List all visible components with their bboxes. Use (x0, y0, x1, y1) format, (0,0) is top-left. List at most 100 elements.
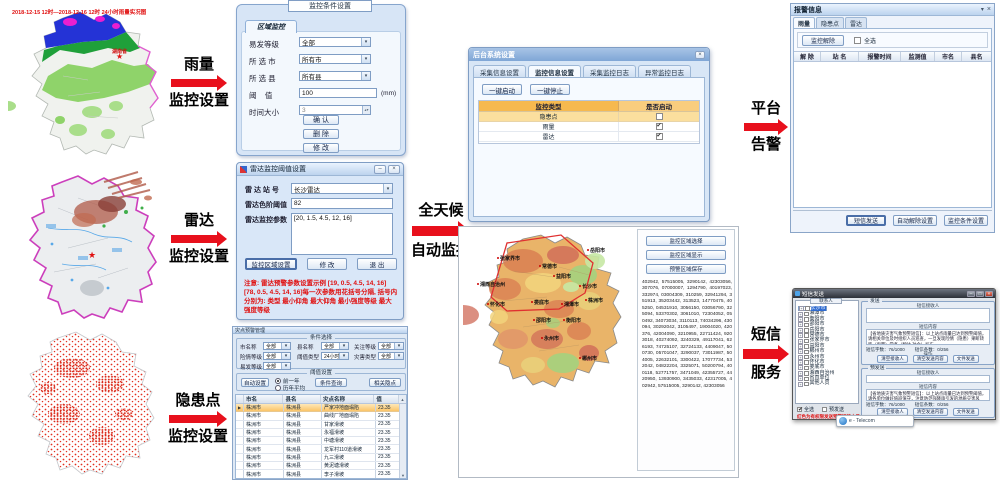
disaster-type-select[interactable]: 全部▾ (378, 352, 404, 360)
risk-level-select[interactable]: 全部▾ (299, 37, 371, 47)
table-row[interactable]: 株洲市 株洲县 永福滑坡 23.35 (236, 429, 406, 437)
clear-recipients-button[interactable]: 清空接收人 (877, 355, 908, 363)
release-monitor-button[interactable]: 监控解除 (802, 35, 844, 46)
tab-abnormal-log[interactable]: 异常监控日志 (638, 65, 691, 77)
exit-button[interactable]: 退 出 (357, 258, 397, 270)
checkbox-icon[interactable] (804, 333, 809, 338)
modify-button[interactable]: 修 改 (307, 258, 347, 270)
alert-region-save-button[interactable]: 预警区域保存 (646, 264, 726, 274)
scroll-up-icon[interactable]: ▲ (399, 395, 406, 403)
checkbox-icon[interactable] (804, 312, 809, 317)
expand-icon[interactable]: + (798, 355, 803, 360)
tab-radar[interactable]: 雷达 (845, 17, 867, 28)
color-threshold-input[interactable]: 82 (291, 198, 393, 209)
maximize-icon[interactable]: □ (976, 291, 984, 297)
tab-collect-log[interactable]: 采集监控日志 (583, 65, 636, 77)
file-send-button[interactable]: 文件发送 (953, 355, 979, 363)
checkbox-icon[interactable] (804, 317, 809, 322)
checkbox-icon[interactable] (804, 371, 809, 376)
monitor-condition-settings-button[interactable]: 监控条件设置 (944, 215, 988, 226)
threshold-type-select[interactable]: 24小时雨量▾ (321, 352, 349, 360)
expand-icon[interactable]: + (798, 349, 803, 354)
checkbox-icon[interactable] (804, 328, 809, 333)
expand-icon[interactable]: + (799, 306, 804, 311)
danger-level-select[interactable]: 全部▾ (263, 352, 291, 360)
select-all-checkbox[interactable]: 全选 (797, 406, 814, 413)
taskbar-badge[interactable]: e - Telecom (836, 415, 914, 427)
prone-level-select[interactable]: 全部▾ (263, 362, 291, 370)
expand-icon[interactable]: + (798, 322, 803, 327)
checkbox-icon[interactable] (804, 366, 809, 371)
start-checkbox[interactable] (656, 123, 663, 130)
table-row[interactable]: 株洲市 株洲县 九三滑坡 23.35 (236, 454, 406, 462)
time-size-spinner[interactable]: 3▴▾ (299, 105, 371, 115)
sms-recipients-box[interactable] (866, 375, 990, 383)
minimize-icon[interactable]: – (374, 165, 386, 174)
stop-all-button[interactable]: 一键停止 (530, 84, 570, 95)
expand-icon[interactable]: + (798, 339, 803, 344)
start-all-button[interactable]: 一键启动 (482, 84, 522, 95)
tab-monitor-info[interactable]: 监控信息设置 (528, 65, 581, 77)
expand-icon[interactable]: + (798, 328, 803, 333)
table-row[interactable]: 株洲市 株洲县 龙军村110道滑坡 23.35 (236, 445, 406, 453)
table-row[interactable]: 株洲市 株洲县 李子滑坡 23.35 (236, 470, 406, 478)
spinner-up-down-icon[interactable]: ▴▾ (362, 106, 370, 114)
checkbox-icon[interactable] (804, 350, 809, 355)
modify-button[interactable]: 修 改 (303, 143, 339, 153)
confirm-button[interactable]: 确 认 (303, 115, 339, 125)
tab-region-monitor[interactable]: 区域监控 (245, 20, 297, 33)
auto-set-button[interactable]: 自动设置 (241, 378, 269, 387)
tree-item[interactable]: +长沙市 (798, 306, 827, 311)
table-row[interactable]: 雨量 (479, 122, 699, 132)
tab-hazard-point[interactable]: 隐患点 (816, 17, 844, 28)
monitor-params-textarea[interactable]: [20, 1.5, 4.5, 12, 16] (291, 213, 393, 255)
radio-yearly-avg[interactable]: 历年平均 (275, 384, 305, 392)
city-name-select[interactable]: 全部▾ (263, 342, 291, 350)
table-row[interactable]: 株洲市 株洲县 黄泥塘滑坡 23.35 (236, 462, 406, 470)
expand-icon[interactable]: + (798, 382, 803, 387)
tree-item[interactable]: +其他人员 (798, 381, 856, 386)
table-row[interactable]: 隐患点 (479, 112, 699, 122)
close-icon[interactable]: × (388, 165, 400, 174)
tab-rain[interactable]: 雨量 (793, 17, 815, 28)
checkbox-icon[interactable] (805, 306, 810, 311)
sms-send-button[interactable]: 短信发送 (846, 215, 886, 226)
checkbox-icon[interactable] (804, 355, 809, 360)
checkbox-icon[interactable] (804, 339, 809, 344)
city-select[interactable]: 所有市▾ (299, 54, 371, 64)
minimize-icon[interactable]: – (967, 291, 975, 297)
county-name-select[interactable]: 全部▾ (321, 342, 349, 350)
table-row[interactable]: 雷达 (479, 132, 699, 142)
monitor-region-show-button[interactable]: 监控区域显示 (646, 250, 726, 260)
scrollbar[interactable]: ▼ (399, 404, 406, 478)
condition-query-button[interactable]: 条件查询 (315, 378, 347, 387)
checkbox-icon[interactable] (804, 360, 809, 365)
expand-icon[interactable]: + (798, 360, 803, 365)
monitor-region-select-button[interactable]: 监控区域选择 (646, 236, 726, 246)
close-icon[interactable]: × (985, 291, 993, 297)
checkbox-icon[interactable] (804, 377, 809, 382)
sms-content-box[interactable]: 【省地质灾害气象预警短信】：以上站点雨量已达到预警阈值，请各单位做好值班值守，注… (866, 389, 990, 401)
start-checkbox[interactable] (656, 113, 663, 120)
close-icon[interactable]: × (695, 51, 705, 59)
start-checkbox[interactable] (656, 133, 663, 140)
clear-content-button[interactable]: 清空发送内容 (913, 408, 948, 416)
delete-button[interactable]: 删 除 (303, 129, 339, 139)
monitor-region-button[interactable]: 监控区域设置 (245, 258, 297, 270)
expand-icon[interactable]: + (798, 365, 803, 370)
sms-content-box[interactable]: 【省地质灾害气象预警短信】：以上站点雨量已达到预警阈值，请相关单位及时组织人员巡… (866, 329, 990, 345)
checkbox-icon[interactable] (804, 382, 809, 387)
table-row[interactable]: 株洲市 株洲县 甘家滑坡 23.35 (236, 421, 406, 429)
attention-level-select[interactable]: 全部▾ (378, 342, 404, 350)
file-send-button[interactable]: 文件发送 (953, 408, 979, 416)
expand-icon[interactable]: + (798, 333, 803, 338)
expand-icon[interactable]: + (798, 371, 803, 376)
threshold-input[interactable]: 100 (299, 88, 377, 98)
select-all-checkbox[interactable]: 全选 (854, 36, 876, 45)
pin-icon[interactable]: ▾ (981, 6, 984, 13)
table-row[interactable]: 株洲市 株洲县 中塘滑坡 23.35 (236, 437, 406, 445)
expand-icon[interactable]: + (798, 312, 803, 317)
expand-icon[interactable]: + (798, 376, 803, 381)
table-row[interactable]: ▶ 株洲市 株洲县 严家冲地面塌陷 23.35 (236, 404, 406, 412)
radar-station-select[interactable]: 长沙雷达▾ (291, 183, 393, 194)
